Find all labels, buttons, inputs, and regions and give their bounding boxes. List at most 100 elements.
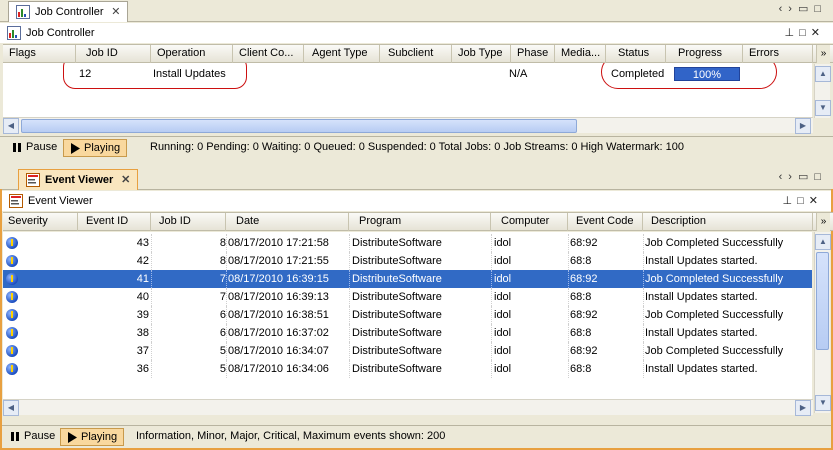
job-controller-status-bar: Pause Playing Running: 0 Pending: 0 Wait… xyxy=(0,136,833,158)
pin-icon[interactable]: ⊥ xyxy=(783,195,798,207)
column-header-operation[interactable]: Operation xyxy=(151,45,233,63)
column-header-errors[interactable]: Errors xyxy=(743,45,813,63)
date-cell: 08/17/2010 16:39:13 xyxy=(228,291,329,303)
computer-cell: idol xyxy=(494,291,512,303)
column-separator xyxy=(643,360,644,378)
description-cell: Install Updates started. xyxy=(645,363,758,375)
event-viewer-title-bar: Event Viewer ⊥□✕ xyxy=(2,191,831,211)
close-icon[interactable]: ✕ xyxy=(121,170,130,190)
event-viewer-status-bar: Pause Playing Information, Minor, Major,… xyxy=(2,425,831,447)
table-row[interactable]: 36 5 08/17/2010 16:34:06 DistributeSoftware… xyxy=(3,360,812,378)
event-id-cell: 39 xyxy=(136,309,149,321)
table-row[interactable]: 38 6 08/17/2010 16:37:02 DistributeSoftware… xyxy=(3,324,812,342)
information-icon xyxy=(6,291,18,303)
column-header-status[interactable]: Status xyxy=(606,45,666,63)
table-row[interactable]: 43 8 08/17/2010 17:21:58 DistributeSoftware… xyxy=(3,234,812,252)
restore-icon[interactable]: □ xyxy=(797,195,809,207)
event-code-cell: 68:92 xyxy=(570,309,598,321)
column-separator xyxy=(151,342,152,360)
computer-cell: idol xyxy=(494,345,512,357)
information-icon xyxy=(6,255,18,267)
play-icon xyxy=(71,143,80,154)
scroll-right-icon[interactable]: ▶ xyxy=(795,400,811,416)
pin-icon[interactable]: ⊥ xyxy=(785,27,800,39)
column-header-job-type[interactable]: Job Type xyxy=(452,45,511,63)
column-separator xyxy=(491,306,492,324)
job-id-cell: 7 xyxy=(219,291,226,303)
date-cell: 08/17/2010 17:21:58 xyxy=(228,237,329,249)
close-icon[interactable]: ✕ xyxy=(809,195,823,207)
tab-event-viewer[interactable]: Event Viewer ✕ xyxy=(18,169,139,190)
scroll-left-icon[interactable]: ◀ xyxy=(3,400,19,416)
column-separator xyxy=(568,342,569,360)
column-separator xyxy=(349,270,350,288)
column-header-event-code[interactable]: Event Code xyxy=(568,213,643,231)
column-header-flags[interactable]: Flags xyxy=(3,45,76,63)
column-header-computer[interactable]: Computer xyxy=(491,213,568,231)
pause-button[interactable]: Pause xyxy=(6,139,63,157)
scroll-right-icon[interactable]: ▶ xyxy=(795,118,811,134)
column-separator xyxy=(568,324,569,342)
pause-button[interactable]: Pause xyxy=(4,428,61,446)
playing-button[interactable]: Playing xyxy=(60,428,125,446)
column-header-job-id[interactable]: Job ID xyxy=(151,213,226,231)
playing-button[interactable]: Playing xyxy=(63,139,128,157)
column-header-progress[interactable]: Progress xyxy=(666,45,743,63)
column-header-event-id[interactable]: Event ID xyxy=(78,213,151,231)
column-chooser-icon[interactable]: » xyxy=(816,45,830,63)
program-cell: DistributeSoftware xyxy=(352,345,442,357)
chevron-left-icon[interactable]: ‹ xyxy=(779,3,789,15)
table-row[interactable]: 42 8 08/17/2010 17:21:55 DistributeSoftware… xyxy=(3,252,812,270)
scroll-thumb[interactable] xyxy=(21,119,577,133)
event-code-cell: 68:92 xyxy=(570,273,598,285)
column-header-program[interactable]: Program xyxy=(349,213,491,231)
scroll-down-icon[interactable]: ▼ xyxy=(815,395,831,411)
maximize-icon[interactable]: □ xyxy=(814,171,827,183)
scroll-up-icon[interactable]: ▲ xyxy=(815,66,831,82)
job-summary-text: Running: 0 Pending: 0 Waiting: 0 Queued:… xyxy=(150,141,685,153)
chevron-right-icon[interactable]: › xyxy=(788,171,798,183)
maximize-icon[interactable]: □ xyxy=(814,3,827,15)
restore-icon[interactable]: □ xyxy=(799,27,811,39)
column-header-severity[interactable]: Severity xyxy=(3,213,78,231)
job-horizontal-scrollbar[interactable]: ◀ ▶ xyxy=(3,117,813,134)
event-code-cell: 68:8 xyxy=(570,363,592,375)
column-header-media[interactable]: Media... xyxy=(555,45,606,63)
scroll-up-icon[interactable]: ▲ xyxy=(815,234,831,250)
computer-cell: idol xyxy=(494,273,512,285)
close-icon[interactable]: ✕ xyxy=(111,2,120,22)
information-icon xyxy=(6,345,18,357)
job-vertical-scrollbar[interactable]: ▲ ▼ xyxy=(814,64,831,118)
column-separator xyxy=(349,288,350,306)
column-header-date[interactable]: Date xyxy=(226,213,349,231)
event-vertical-scrollbar[interactable]: ▲ ▼ xyxy=(814,232,831,413)
view-controls: ‹›▭□ xyxy=(779,170,827,183)
minimize-icon[interactable]: ▭ xyxy=(798,3,814,15)
program-cell: DistributeSoftware xyxy=(352,291,442,303)
column-chooser-icon[interactable]: » xyxy=(816,213,830,231)
chevron-right-icon[interactable]: › xyxy=(788,3,798,15)
column-header-description[interactable]: Description xyxy=(643,213,813,231)
column-header-subclient[interactable]: Subclient xyxy=(380,45,452,63)
table-row[interactable]: 37 5 08/17/2010 16:34:07 DistributeSoftware… xyxy=(3,342,812,360)
scroll-down-icon[interactable]: ▼ xyxy=(815,100,831,116)
table-row[interactable]: 41 7 08/17/2010 16:39:15 DistributeSoftware… xyxy=(3,270,812,288)
close-icon[interactable]: ✕ xyxy=(811,27,825,39)
column-separator xyxy=(568,306,569,324)
pause-label: Pause xyxy=(26,141,58,153)
table-row[interactable]: 39 6 08/17/2010 16:38:51 DistributeSoftware… xyxy=(3,306,812,324)
column-header-phase[interactable]: Phase xyxy=(511,45,555,63)
scroll-left-icon[interactable]: ◀ xyxy=(3,118,19,134)
table-row[interactable]: 40 7 08/17/2010 16:39:13 DistributeSoftware… xyxy=(3,288,812,306)
tab-job-controller[interactable]: Job Controller ✕ xyxy=(8,1,129,22)
event-viewer-icon xyxy=(26,173,40,187)
event-id-cell: 40 xyxy=(136,291,149,303)
computer-cell: idol xyxy=(494,309,512,321)
chevron-left-icon[interactable]: ‹ xyxy=(779,171,789,183)
event-horizontal-scrollbar[interactable]: ◀ ▶ xyxy=(3,399,813,416)
scroll-thumb[interactable] xyxy=(816,252,829,350)
column-header-agent-type[interactable]: Agent Type xyxy=(304,45,380,63)
column-header-job-id[interactable]: Job ID xyxy=(76,45,151,63)
column-header-client-computer[interactable]: Client Co... xyxy=(233,45,304,63)
minimize-icon[interactable]: ▭ xyxy=(798,171,814,183)
